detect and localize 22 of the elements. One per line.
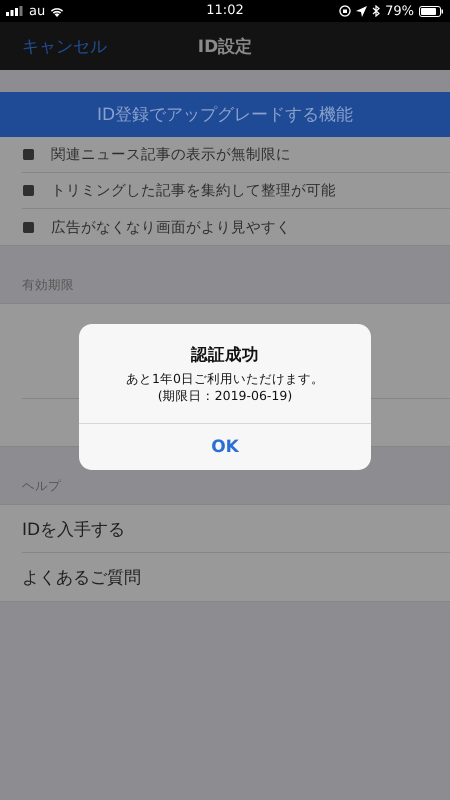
alert-message: あと1年0日ご利用いただけます。 (期限日：2019-06-19) bbox=[126, 371, 324, 405]
alert-title: 認証成功 bbox=[191, 344, 259, 366]
battery-percentage: 79% bbox=[385, 4, 414, 18]
feature-text: 広告がなくなり画面がより見やすく bbox=[51, 218, 291, 236]
bullet-icon bbox=[23, 222, 34, 232]
ok-button[interactable]: OK bbox=[79, 422, 371, 470]
bullet-icon bbox=[23, 149, 34, 160]
section-header: ヘルプ bbox=[22, 478, 61, 495]
bluetooth-icon bbox=[372, 5, 380, 17]
location-icon bbox=[356, 6, 368, 16]
clock-time: 11:02 bbox=[206, 3, 244, 18]
battery-icon bbox=[419, 6, 444, 16]
feature-text: トリミングした記事を集約して整理が可能 bbox=[51, 182, 336, 200]
feature-text: 関連ニュース記事の表示が無制限に bbox=[51, 146, 291, 164]
bullet-icon bbox=[23, 185, 34, 196]
screen-title: ID設定 bbox=[198, 37, 252, 57]
section-header: 有効期限 bbox=[22, 277, 74, 294]
wifi-icon bbox=[50, 6, 64, 16]
orientation-lock-icon bbox=[339, 5, 352, 17]
signal-icon bbox=[6, 6, 24, 16]
banner-title: ID登録でアップグレードする機能 bbox=[96, 104, 354, 126]
carrier-name: au bbox=[29, 4, 46, 18]
